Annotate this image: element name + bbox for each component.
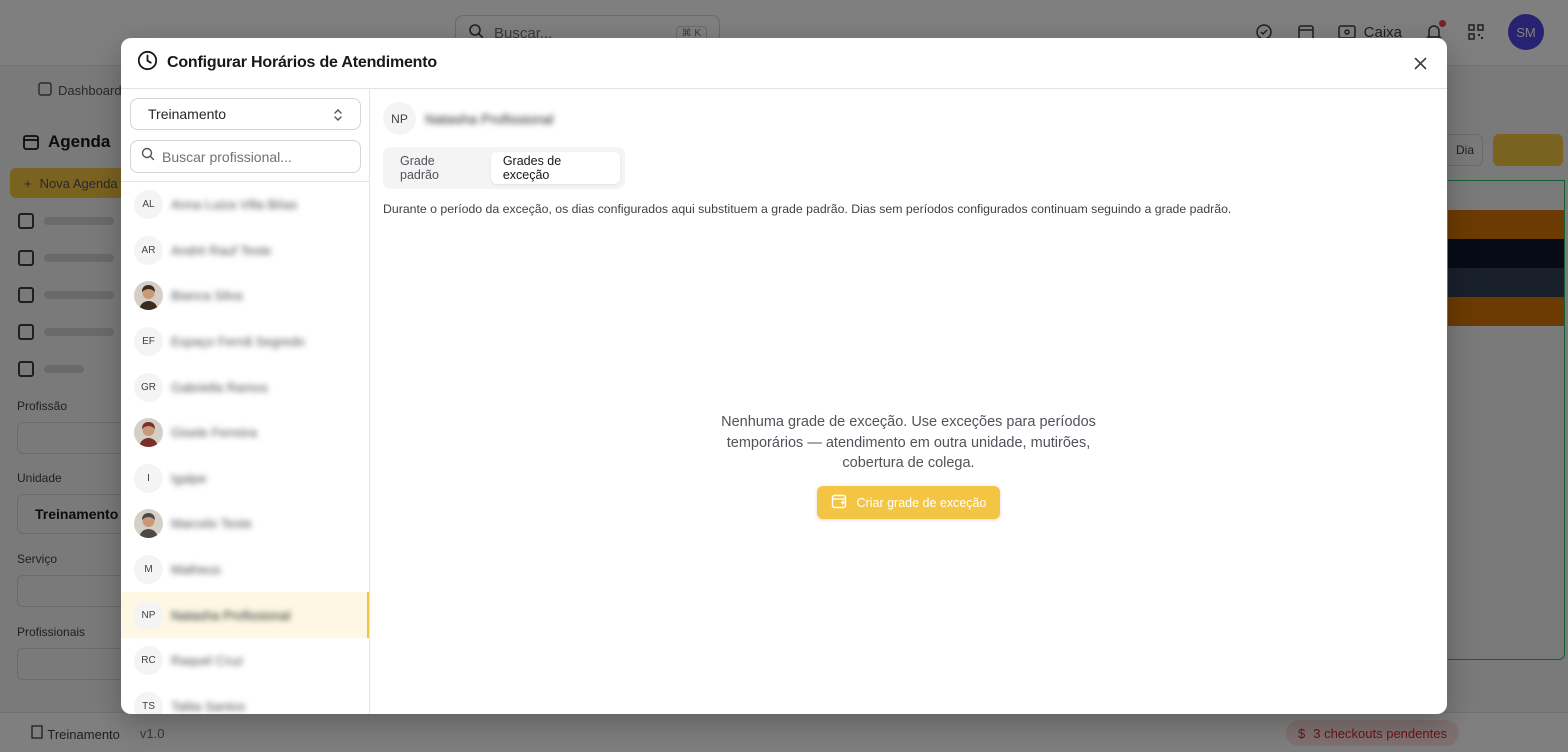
professional-name: Anna Luiza Villa Bôas xyxy=(171,197,298,213)
schedule-tabs: Grade padrão Grades de exceção xyxy=(383,147,625,189)
professional-item[interactable]: GR Gabriella Ramos xyxy=(121,364,369,410)
empty-state-message: Nenhuma grade de exceção. Use exceções p… xyxy=(700,412,1117,474)
avatar-photo xyxy=(134,509,163,539)
professional-item[interactable]: Gisele Ferreira xyxy=(121,410,369,456)
professional-search-input[interactable] xyxy=(162,148,352,165)
avatar: NP xyxy=(134,600,163,630)
professional-name: André Rauf Teste xyxy=(171,242,272,258)
professional-list: AL Anna Luiza Villa Bôas AR André Rauf Test… xyxy=(121,181,369,714)
avatar-photo xyxy=(134,418,163,448)
schedule-config-modal: Configurar Horários de Atendimento Trein… xyxy=(121,38,1447,714)
professional-item[interactable]: I Igalpe xyxy=(121,456,369,502)
professional-item[interactable]: TS Talita Santos xyxy=(121,684,369,714)
professional-name: Raquel Cruz xyxy=(171,653,244,669)
tab-grades-excecao[interactable]: Grades de exceção xyxy=(490,152,620,184)
avatar-photo xyxy=(134,281,163,311)
avatar: EF xyxy=(134,327,163,357)
professional-item[interactable]: RC Raquel Cruz xyxy=(121,638,369,684)
calendar-plus-icon xyxy=(831,493,847,512)
professional-item[interactable]: Marcelo Teste xyxy=(121,501,369,547)
professional-name: Talita Santos xyxy=(171,698,246,714)
professional-item[interactable]: AL Anna Luiza Villa Bôas xyxy=(121,182,369,228)
create-exception-label: Criar grade de exceção xyxy=(856,495,987,510)
professional-name: Natasha Profissional xyxy=(171,607,291,623)
avatar: I xyxy=(134,463,163,493)
empty-state-line: Nenhuma grade de exceção. Use exceções p… xyxy=(721,414,1096,430)
avatar: NP xyxy=(383,102,416,135)
avatar: TS xyxy=(134,691,163,714)
close-button[interactable] xyxy=(1411,54,1429,72)
close-icon xyxy=(1414,57,1426,69)
selected-professional-name: Natasha Profissional xyxy=(425,110,554,127)
avatar: GR xyxy=(134,372,163,402)
professional-name: Gabriella Ramos xyxy=(171,379,268,395)
professional-name: Matheus xyxy=(171,562,221,578)
tab-grade-padrao[interactable]: Grade padrão xyxy=(388,152,487,184)
avatar: M xyxy=(134,555,163,585)
exception-info-text: Durante o período da exceção, os dias co… xyxy=(383,202,1232,216)
avatar: RC xyxy=(134,646,163,676)
professional-search[interactable] xyxy=(130,140,361,173)
unit-select-value: Treinamento xyxy=(148,106,227,122)
selected-professional: NP Natasha Profissional xyxy=(383,102,553,135)
professional-name: Gisele Ferreira xyxy=(171,425,257,441)
chevron-up-down-icon xyxy=(332,107,344,126)
professional-item[interactable]: M Matheus xyxy=(121,547,369,593)
empty-state-line: cobertura de colega. xyxy=(842,455,975,471)
modal-title: Configurar Horários de Atendimento xyxy=(167,54,437,71)
professional-name: Igalpe xyxy=(171,470,207,486)
modal-header: Configurar Horários de Atendimento xyxy=(121,38,1447,89)
avatar: AR xyxy=(134,235,163,265)
professional-name: Espaço Fernã Segredo xyxy=(171,334,305,350)
unit-select[interactable]: Treinamento xyxy=(130,98,361,130)
professional-item[interactable]: AR André Rauf Teste xyxy=(121,228,369,274)
empty-state-line: temporários — atendimento em outra unida… xyxy=(726,434,1091,451)
schedule-main: NP Natasha Profissional Grade padrão Gra… xyxy=(370,89,1447,714)
clock-icon xyxy=(137,50,158,76)
professional-item[interactable]: Bianca Silva xyxy=(121,273,369,319)
professional-item[interactable]: EF Espaço Fernã Segredo xyxy=(121,319,369,365)
professional-name: Bianca Silva xyxy=(171,288,243,304)
professional-name: Marcelo Teste xyxy=(171,516,252,532)
professional-item[interactable]: NP Natasha Profissional xyxy=(121,592,369,638)
search-icon xyxy=(141,147,155,166)
avatar: AL xyxy=(134,190,163,220)
create-exception-button[interactable]: Criar grade de exceção xyxy=(817,486,1000,519)
professional-sidebar: Treinamento AL Anna Luiza Villa Bôas AR And… xyxy=(121,89,370,714)
